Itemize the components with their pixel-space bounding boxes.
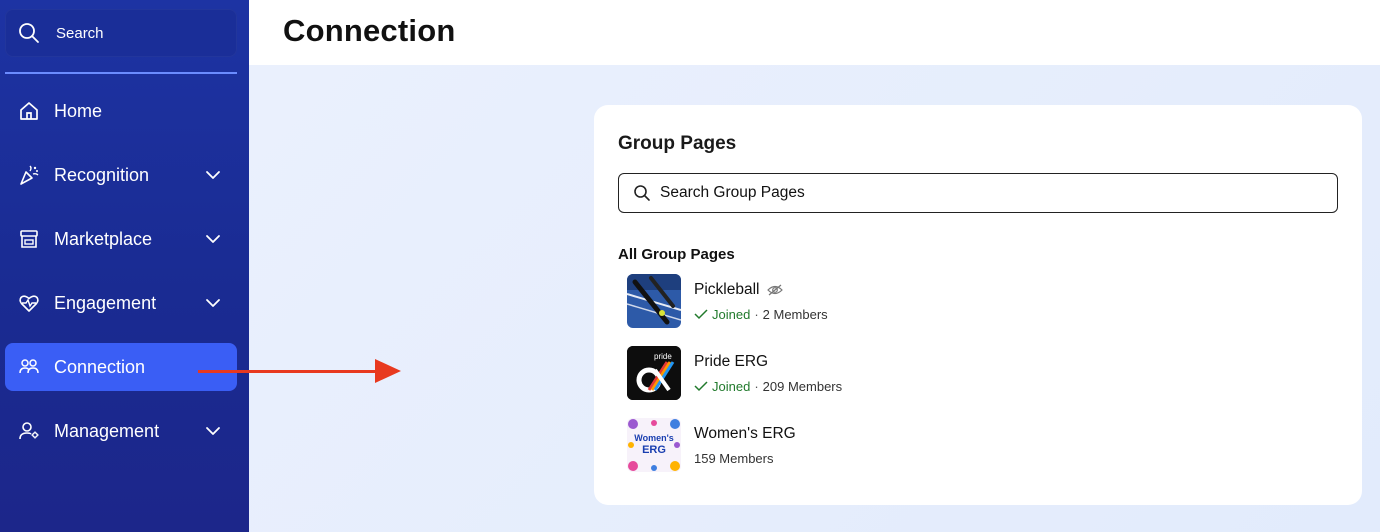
people-icon xyxy=(18,356,40,378)
user-gear-icon xyxy=(18,420,40,442)
sidebar-item-marketplace[interactable]: Marketplace xyxy=(5,215,237,263)
separator-dot: · xyxy=(754,378,759,394)
chevron-down-icon[interactable] xyxy=(205,423,221,439)
heartbeat-icon xyxy=(18,292,40,314)
group-name[interactable]: Pickleball xyxy=(694,281,759,299)
thumbnail-text: Women's xyxy=(634,433,674,443)
eye-off-icon xyxy=(767,283,784,297)
sidebar-item-label: Home xyxy=(54,100,103,121)
member-count: 209 Members xyxy=(762,378,843,394)
thumbnail-text: ERG xyxy=(642,444,666,456)
section-label: All Group Pages xyxy=(618,246,735,263)
separator-dot: · xyxy=(754,306,759,322)
group-thumbnail: pride xyxy=(627,346,681,400)
sidebar-item-label: Marketplace xyxy=(54,228,153,249)
group-name[interactable]: Pride ERG xyxy=(694,353,768,371)
page-title: Connection xyxy=(283,13,456,48)
sidebar-item-label: Connection xyxy=(54,356,146,377)
home-icon xyxy=(18,100,40,122)
group-item-pride-erg[interactable]: pride Pride ERG Joined · 209 Members xyxy=(627,345,1327,401)
party-popper-icon xyxy=(18,164,40,186)
group-search-field[interactable] xyxy=(618,173,1338,213)
member-count: 2 Members xyxy=(762,306,828,322)
sidebar-item-label: Engagement xyxy=(54,292,157,313)
joined-status: Joined xyxy=(712,306,751,322)
sidebar-item-engagement[interactable]: Engagement xyxy=(5,279,237,327)
sidebar-item-label: Recognition xyxy=(54,164,150,185)
search-icon xyxy=(633,184,651,202)
member-count: 159 Members xyxy=(694,450,774,466)
sidebar-item-connection[interactable]: Connection xyxy=(5,343,237,391)
group-thumbnail: Women's ERG xyxy=(627,418,681,472)
group-name[interactable]: Women's ERG xyxy=(694,425,796,443)
annotation-arrow-head xyxy=(375,359,401,383)
search-icon xyxy=(18,22,40,44)
group-item-womens-erg[interactable]: Women's ERG Women's ERG 159 Members xyxy=(627,417,1327,473)
checkmark-icon xyxy=(694,308,708,320)
joined-status: Joined xyxy=(712,378,751,394)
page-header: Connection xyxy=(249,0,1380,65)
sidebar-item-recognition[interactable]: Recognition xyxy=(5,151,237,199)
sidebar-item-label: Management xyxy=(54,420,160,441)
checkmark-icon xyxy=(694,380,708,392)
search-divider xyxy=(5,72,237,74)
group-search-input[interactable] xyxy=(660,184,1337,202)
group-thumbnail xyxy=(627,274,681,328)
annotation-arrow xyxy=(198,370,378,373)
group-item-pickleball[interactable]: Pickleball Joined · 2 Members xyxy=(627,273,1327,329)
storefront-icon xyxy=(18,228,40,250)
chevron-down-icon[interactable] xyxy=(205,295,221,311)
sidebar-search-label: Search xyxy=(56,24,104,42)
sidebar-item-management[interactable]: Management xyxy=(5,407,237,455)
sidebar-item-home[interactable]: Home xyxy=(5,87,237,135)
chevron-down-icon[interactable] xyxy=(205,231,221,247)
group-pages-card: Group Pages All Group Pages Pickleball xyxy=(594,105,1362,505)
sidebar-search[interactable]: Search xyxy=(5,9,237,57)
card-title: Group Pages xyxy=(618,133,737,154)
chevron-down-icon[interactable] xyxy=(205,167,221,183)
thumbnail-text: pride xyxy=(654,352,672,361)
sidebar: Search Home Recognition Marketplace Enga… xyxy=(0,0,249,532)
